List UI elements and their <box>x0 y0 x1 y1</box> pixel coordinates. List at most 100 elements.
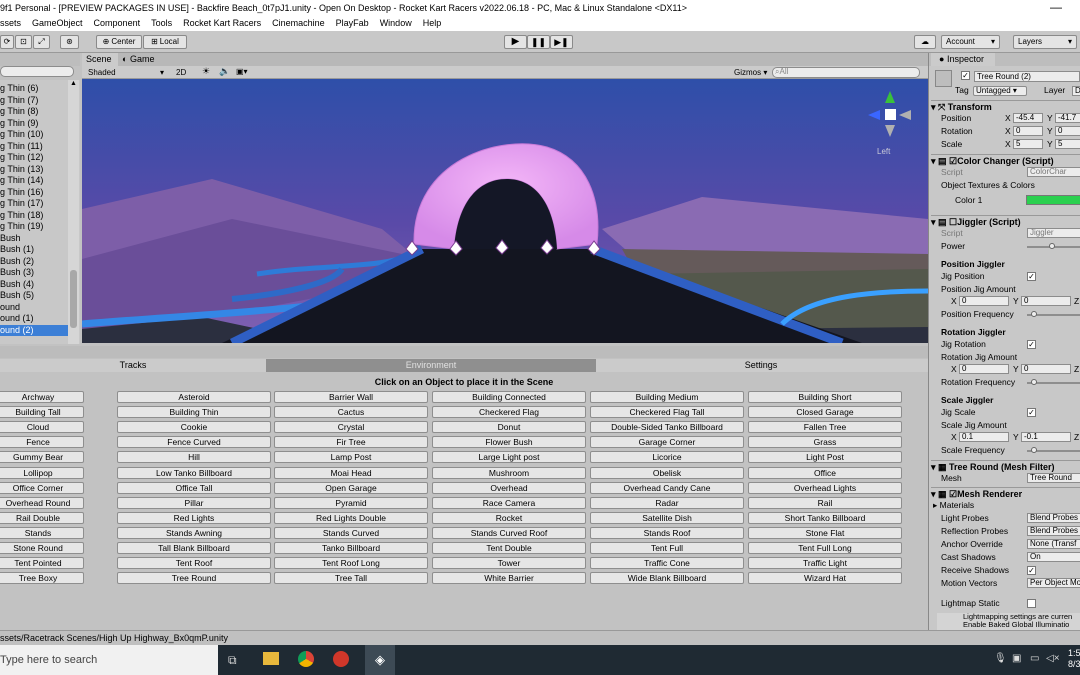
cast-shadows-dropdown[interactable]: On <box>1027 552 1080 562</box>
object-button[interactable]: Red Lights <box>117 511 271 524</box>
rot-amount-y-field[interactable]: 0 <box>1021 364 1071 374</box>
object-button[interactable]: Fir Tree <box>274 436 428 449</box>
object-button[interactable]: Lamp Post <box>274 451 428 464</box>
cloud-button[interactable]: ☁ <box>914 35 936 49</box>
object-button[interactable]: Rail <box>748 496 902 509</box>
object-button[interactable]: Office Corner <box>0 481 84 494</box>
layer-dropdown[interactable]: D <box>1072 86 1080 96</box>
object-button[interactable]: Lollipop <box>0 466 84 479</box>
object-button[interactable]: Donut <box>432 421 586 434</box>
hierarchy-item[interactable]: Bush (5) <box>0 290 68 302</box>
object-button[interactable]: Gummy Bear <box>0 451 84 464</box>
materials-foldout[interactable]: ▸ Materials <box>933 500 974 511</box>
object-button[interactable]: Rail Double <box>0 511 84 524</box>
object-button[interactable]: Tent Pointed <box>0 557 84 570</box>
object-button[interactable]: Fallen Tree <box>748 421 902 434</box>
script-field[interactable]: Jiggler <box>1027 228 1080 238</box>
taskbar-search[interactable]: Type here to search <box>0 645 218 675</box>
object-button[interactable]: Building Short <box>748 391 902 403</box>
hierarchy-item[interactable]: g Thin (8) <box>0 106 68 118</box>
object-button[interactable]: Cookie <box>117 421 271 434</box>
object-button[interactable]: Stands <box>0 526 84 539</box>
object-button[interactable]: Tent Double <box>432 542 586 554</box>
object-button[interactable]: Stone Flat <box>748 526 902 539</box>
reflection-probes-dropdown[interactable]: Blend Probes <box>1027 526 1080 536</box>
rotation-frequency-knob[interactable] <box>1031 379 1037 385</box>
object-button[interactable]: Fence <box>0 436 84 449</box>
tab-game[interactable]: ◐ Game <box>122 53 164 66</box>
object-button[interactable]: Tanko Billboard <box>274 542 428 554</box>
transform-header[interactable]: ▾ ⤧ Transform <box>931 100 1080 113</box>
light-probes-dropdown[interactable]: Blend Probes <box>1027 513 1080 523</box>
hierarchy-item[interactable]: g Thin (9) <box>0 118 68 130</box>
hierarchy-item[interactable]: g Thin (11) <box>0 141 68 153</box>
hierarchy-item[interactable]: Bush (4) <box>0 279 68 291</box>
object-button[interactable]: Building Tall <box>0 406 84 419</box>
receive-shadows-checkbox[interactable]: ✓ <box>1027 566 1036 575</box>
anchor-override-field[interactable]: None (Transf <box>1027 539 1080 549</box>
color-changer-header[interactable]: ▾ ▤ ☑Color Changer (Script) <box>931 154 1080 167</box>
object-button[interactable]: Stands Curved Roof <box>432 526 586 539</box>
tab-inspector[interactable]: ● Inspector <box>931 53 995 66</box>
2d-toggle[interactable]: 2D <box>176 67 192 78</box>
object-button[interactable]: Hill <box>117 451 271 464</box>
menu-help[interactable]: Help <box>423 16 442 31</box>
object-button[interactable]: Stands Curved <box>274 526 428 539</box>
file-explorer-icon[interactable] <box>263 652 279 665</box>
object-button[interactable]: Cloud <box>0 421 84 434</box>
minimize-button[interactable]: — <box>1046 0 1066 16</box>
active-checkbox[interactable]: ✓ <box>961 71 970 80</box>
pivot-center-button[interactable]: ⊕ Center <box>96 35 142 49</box>
object-button[interactable]: Closed Garage <box>748 406 902 419</box>
jiggler-header[interactable]: ▾ ▤ ☐Jiggler (Script) <box>931 215 1080 228</box>
scale-frequency-knob[interactable] <box>1031 447 1037 453</box>
object-button[interactable]: White Barrier <box>432 572 586 585</box>
object-button[interactable]: Traffic Cone <box>590 557 744 570</box>
object-button[interactable]: Stands Roof <box>590 526 744 539</box>
object-button[interactable]: Licorice <box>590 451 744 464</box>
component-checkbox-icon[interactable]: ☑ <box>949 156 957 166</box>
hierarchy-scroll-thumb[interactable] <box>70 270 77 328</box>
hierarchy-item[interactable]: Bush (3) <box>0 267 68 279</box>
object-button[interactable]: Obelisk <box>590 466 744 479</box>
task-view-icon[interactable]: ⧉ <box>228 653 237 668</box>
network-icon[interactable]: ▣ <box>1012 653 1021 664</box>
object-button[interactable]: Tent Roof <box>117 557 271 570</box>
gizmos-dropdown[interactable]: Gizmos ▾ <box>734 67 770 78</box>
scene-viewport[interactable]: Left <box>82 79 928 343</box>
hierarchy-item[interactable]: ound (1) <box>0 313 68 325</box>
position-x-field[interactable]: -45.4 <box>1013 113 1043 123</box>
scale-tool-icon[interactable]: ⤢ <box>33 35 50 49</box>
hierarchy-item[interactable]: g Thin (18) <box>0 210 68 222</box>
object-button[interactable]: Overhead Candy Cane <box>590 481 744 494</box>
hierarchy-item[interactable]: g Thin (16) <box>0 187 68 199</box>
scene-search[interactable]: ⌕All <box>772 67 920 78</box>
object-button[interactable]: Garage Corner <box>590 436 744 449</box>
hierarchy-item[interactable]: g Thin (14) <box>0 175 68 187</box>
object-button[interactable]: Building Thin <box>117 406 271 419</box>
object-button[interactable]: Asteroid <box>117 391 271 403</box>
object-button[interactable]: Office <box>748 466 902 479</box>
shading-dropdown[interactable]: Shaded ▾ <box>88 67 166 78</box>
volume-icon[interactable]: ◁× <box>1046 653 1060 664</box>
pos-amount-y-field[interactable]: 0 <box>1021 296 1071 306</box>
taskbar-clock[interactable]: 1:5 8/3 <box>1068 648 1080 670</box>
play-button[interactable]: ▶ <box>504 35 527 49</box>
menu-rocket-kart-racers[interactable]: Rocket Kart Racers <box>183 16 261 31</box>
rotate-tool-icon[interactable]: ⟳ <box>0 35 14 49</box>
object-button[interactable]: Pillar <box>117 496 271 509</box>
object-button[interactable]: Traffic Light <box>748 557 902 570</box>
menu-assets[interactable]: ssets <box>0 16 21 31</box>
object-button[interactable]: Office Tall <box>117 481 271 494</box>
hierarchy-search[interactable] <box>0 66 74 77</box>
object-button[interactable]: Barrier Wall <box>274 391 428 403</box>
object-button[interactable]: Checkered Flag Tall <box>590 406 744 419</box>
step-button[interactable]: ▶❚ <box>550 35 573 49</box>
object-button[interactable]: Overhead Lights <box>748 481 902 494</box>
hierarchy-item[interactable]: g Thin (10) <box>0 129 68 141</box>
object-button[interactable]: Moai Head <box>274 466 428 479</box>
object-button[interactable]: Flower Bush <box>432 436 586 449</box>
object-button[interactable]: Stone Round <box>0 542 84 554</box>
tag-dropdown[interactable]: Untagged ▾ <box>973 86 1027 96</box>
microphone-icon[interactable]: 🎙 <box>994 653 1007 664</box>
